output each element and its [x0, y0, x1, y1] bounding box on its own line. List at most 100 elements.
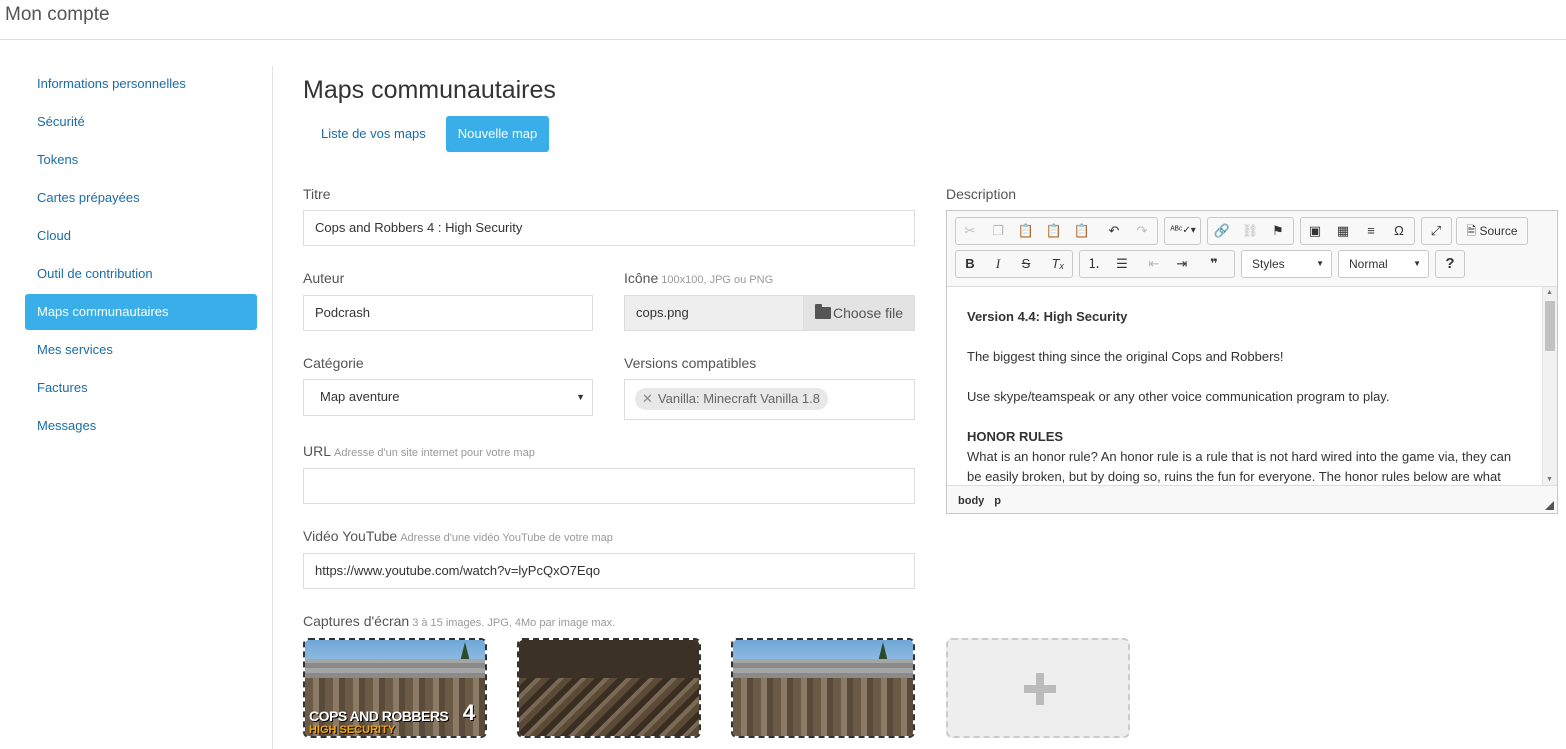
captures-hint: 3 à 15 images. JPG, 4Mo par image max. [412, 617, 616, 629]
choose-file-button[interactable]: Choose file [803, 296, 914, 330]
auteur-label: Auteur [303, 270, 345, 286]
redo-icon[interactable]: ↷ [1130, 220, 1154, 242]
cut-icon[interactable]: ✂ [958, 220, 982, 242]
indent-icon[interactable]: ⇥ [1170, 253, 1194, 275]
unlink-icon[interactable]: ⛓ [1238, 220, 1262, 242]
styles-dropdown[interactable]: Styles ▼ [1241, 250, 1332, 278]
undo-icon[interactable]: ↶ [1102, 220, 1126, 242]
sidebar-item-cartes-prepayees[interactable]: Cartes prépayées [25, 180, 257, 216]
horizontal-rule-icon[interactable]: ≡ [1359, 220, 1383, 242]
spellcheck-group: ᴬᴮᶜ✓▾ [1164, 217, 1201, 245]
basic-styles-group: B I S Tₓ [955, 250, 1073, 278]
add-screenshot-button[interactable] [946, 638, 1130, 738]
icone-file-name: cops.png [636, 305, 689, 320]
strikethrough-icon[interactable]: S [1014, 253, 1038, 275]
source-button[interactable]: 🗎 Source [1459, 220, 1525, 242]
source-icon: 🗎 [1466, 224, 1480, 238]
paste-text-icon[interactable]: 📋 [1042, 220, 1066, 242]
content-line-2: Use skype/teamspeak or any other voice c… [967, 389, 1390, 404]
link-group: 🔗 ⛓ ⚑ [1207, 217, 1294, 245]
help-icon[interactable]: ? [1438, 253, 1462, 275]
plus-icon [1024, 673, 1056, 705]
categorie-label: Catégorie [303, 355, 364, 371]
italic-icon[interactable]: I [986, 253, 1010, 275]
editor-content[interactable]: Version 4.4: High Security The biggest t… [947, 286, 1557, 486]
format-dropdown[interactable]: Normal ▼ [1338, 250, 1429, 278]
sidebar-item-cloud[interactable]: Cloud [25, 218, 257, 254]
scroll-down-icon[interactable]: ▼ [1546, 476, 1553, 483]
content-rules-line-2: be easily broken, but by doing so, ruins… [967, 469, 1501, 484]
video-label-text: Vidéo YouTube [303, 528, 398, 544]
sidebar-item-informations-personnelles[interactable]: Informations personnelles [25, 66, 257, 102]
blockquote-icon[interactable]: ❞ [1202, 253, 1226, 275]
video-label: Vidéo YouTube Adresse d'une vidéo YouTube… [303, 528, 613, 544]
content-rules-line-1: What is an honor rule? An honor rule is … [967, 449, 1512, 464]
tab-nouvelle-map[interactable]: Nouvelle map [446, 116, 549, 152]
sidebar-item-factures[interactable]: Factures [25, 370, 257, 406]
map-logo-text: COPS AND ROBBERS [309, 708, 449, 724]
sidebar: Informations personnelles Sécurité Token… [25, 66, 257, 446]
sidebar-item-messages[interactable]: Messages [25, 408, 257, 444]
sidebar-item-tokens[interactable]: Tokens [25, 142, 257, 178]
resize-handle-icon[interactable] [1545, 501, 1554, 510]
screenshot-ground [733, 678, 913, 736]
remove-format-icon[interactable]: Tₓ [1046, 253, 1070, 275]
tab-liste-de-vos-maps[interactable]: Liste de vos maps [309, 116, 438, 152]
icone-label: Icône 100x100, JPG ou PNG [624, 270, 773, 286]
bold-icon[interactable]: B [958, 253, 982, 275]
insert-group: ▣ ▦ ≡ Ω [1300, 217, 1415, 245]
caret-down-icon: ▼ [576, 392, 585, 402]
page-header-title: Mon compte [5, 4, 110, 25]
versions-tag-input[interactable]: ✕ Vanilla: Minecraft Vanilla 1.8 [624, 379, 915, 420]
url-label: URL Adresse d'un site internet pour votre… [303, 443, 535, 459]
anchor-flag-icon[interactable]: ⚑ [1266, 220, 1290, 242]
remove-tag-icon[interactable]: ✕ [642, 391, 653, 406]
spellcheck-icon[interactable]: ᴬᴮᶜ✓▾ [1167, 220, 1199, 242]
bulleted-list-icon[interactable]: ☰ [1110, 253, 1134, 275]
version-tag: ✕ Vanilla: Minecraft Vanilla 1.8 [635, 388, 829, 410]
screenshot-thumbnail[interactable] [731, 638, 915, 738]
maximize-icon[interactable]: ⤢ [1424, 220, 1448, 242]
choose-file-label: Choose file [832, 305, 904, 321]
content-rules-heading: HONOR RULES [967, 429, 1064, 444]
url-hint: Adresse d'un site internet pour votre ma… [334, 447, 535, 459]
paste-word-icon[interactable]: 📋 [1070, 220, 1094, 242]
table-icon[interactable]: ▦ [1331, 220, 1355, 242]
element-path: body p [958, 495, 1011, 507]
titre-label: Titre [303, 186, 331, 202]
sidebar-item-mes-services[interactable]: Mes services [25, 332, 257, 368]
caret-down-icon: ▼ [1413, 259, 1421, 268]
titre-input[interactable]: Cops and Robbers 4 : High Security [303, 210, 915, 246]
sidebar-item-outil-de-contribution[interactable]: Outil de contribution [25, 256, 257, 292]
caret-down-icon: ▼ [1316, 259, 1324, 268]
sidebar-item-securite[interactable]: Sécurité [25, 104, 257, 140]
image-icon[interactable]: ▣ [1303, 220, 1327, 242]
auteur-input[interactable]: Podcrash [303, 295, 593, 331]
source-group: 🗎 Source [1456, 217, 1528, 245]
map-logo-subtitle: HIGH SECURITY [309, 724, 396, 736]
icone-file-input[interactable]: cops.png Choose file [624, 295, 915, 331]
url-input[interactable] [303, 468, 915, 504]
path-item-body[interactable]: body [958, 495, 984, 507]
scroll-up-icon[interactable]: ▲ [1546, 289, 1553, 296]
paste-icon[interactable]: 📋 [1014, 220, 1038, 242]
copy-icon[interactable]: ❐ [986, 220, 1010, 242]
description-label: Description [946, 186, 1017, 202]
video-input[interactable]: https://www.youtube.com/watch?v=lyPcQxO7… [303, 553, 915, 589]
rich-text-editor: ✂ ❐ 📋 📋 📋 ↶ ↷ ᴬᴮᶜ✓▾ 🔗 ⛓ ⚑ ▣ ▦ ≡ Ω ⤢ 🗎 So… [946, 210, 1558, 514]
video-hint: Adresse d'une vidéo YouTube de votre map [400, 532, 613, 544]
outdent-icon[interactable]: ⇤ [1142, 253, 1166, 275]
numbered-list-icon[interactable]: ⒈ [1082, 253, 1106, 275]
special-char-icon[interactable]: Ω [1387, 220, 1411, 242]
sidebar-item-maps-communautaires[interactable]: Maps communautaires [25, 294, 257, 330]
screenshot-thumbnail[interactable] [517, 638, 701, 738]
editor-scrollbar[interactable]: ▲ ▼ [1542, 287, 1557, 485]
sidebar-divider [272, 66, 273, 749]
screenshot-thumbnail[interactable]: COPS AND ROBBERS 4 HIGH SECURITY [303, 638, 487, 738]
path-item-p[interactable]: p [994, 495, 1001, 507]
link-icon[interactable]: 🔗 [1210, 220, 1234, 242]
scrollbar-thumb[interactable] [1545, 301, 1555, 351]
categorie-select[interactable]: Map aventure ▼ [303, 379, 593, 416]
help-group: ? [1435, 250, 1465, 278]
version-tag-label: Vanilla: Minecraft Vanilla 1.8 [657, 391, 821, 406]
